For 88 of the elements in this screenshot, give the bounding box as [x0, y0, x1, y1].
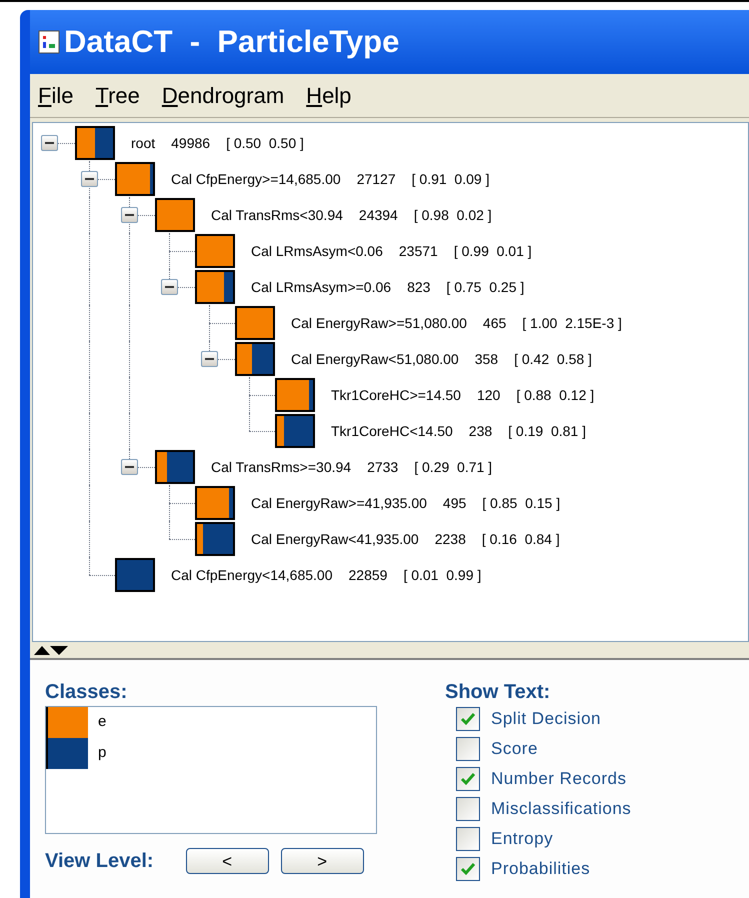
level-button[interactable]: < [186, 848, 269, 874]
node-split-label: Tkr1CoreHC<14.50 [331, 422, 453, 440]
check-icon [460, 862, 476, 876]
node-box[interactable] [275, 414, 315, 448]
node-box[interactable] [195, 522, 235, 556]
classes-list[interactable]: e p [45, 706, 377, 834]
node-record-count: 2238 [434, 530, 466, 548]
node-split-label: Cal TransRms>=30.94 [211, 458, 352, 476]
level-button[interactable]: > [280, 848, 364, 874]
node-probabilities: [ 0.85 0.15 ] [482, 494, 560, 513]
node-record-count: 24394 [358, 206, 398, 224]
node-split-label: Cal EnergyRaw>=41,935.00 [251, 494, 427, 513]
node-probabilities: [ 1.00 2.15E-3 ] [522, 314, 622, 333]
node-record-count: 238 [468, 422, 492, 440]
checkbox-label: Entropy [491, 828, 554, 850]
check-icon [460, 772, 476, 786]
node-box[interactable] [195, 486, 235, 520]
node-probabilities: [ 0.99 0.01 ] [454, 242, 532, 261]
node-record-count: 495 [442, 494, 466, 512]
checkbox-label: Number Records [491, 768, 626, 790]
class-label: e [98, 712, 106, 732]
node-record-count: 2733 [367, 458, 398, 476]
node-split-label: root [131, 134, 156, 152]
menu-item[interactable]: Tree [95, 79, 140, 112]
node-record-count: 358 [474, 350, 498, 368]
node-split-label: Cal EnergyRaw>=51,080.00 [291, 314, 467, 333]
node-box[interactable] [75, 126, 115, 160]
node-record-count: 49986 [171, 134, 210, 152]
node-probabilities: [ 0.91 0.09 ] [412, 170, 490, 189]
node-record-count: 22859 [348, 566, 388, 584]
node-probabilities: [ 0.88 0.12 ] [516, 386, 594, 405]
node-probabilities: [ 0.75 0.25 ] [446, 278, 524, 297]
node-probabilities: [ 0.19 0.81 ] [508, 422, 586, 441]
node-probabilities: [ 0.16 0.84 ] [482, 530, 560, 549]
collapse-button[interactable] [161, 279, 178, 295]
node-split-label: Tkr1CoreHC>=14.50 [331, 386, 461, 404]
node-probabilities: [ 0.98 0.02 ] [414, 206, 492, 225]
window-title: DataCT - ParticleType [64, 22, 400, 61]
node-box[interactable] [235, 306, 275, 340]
menu-item[interactable]: Dendrogram [162, 79, 284, 112]
node-box[interactable] [115, 558, 155, 592]
check-icon [460, 712, 476, 726]
menu-item[interactable]: Help [306, 79, 352, 112]
collapse-button[interactable] [121, 207, 138, 223]
checkbox[interactable] [456, 797, 480, 821]
checkbox[interactable] [456, 857, 480, 881]
node-probabilities: [ 0.29 0.71 ] [414, 458, 492, 477]
node-record-count: 120 [476, 386, 500, 404]
checkbox-label: Score [491, 738, 538, 760]
menu-item[interactable]: File [38, 79, 74, 112]
checkbox-label: Misclassifications [491, 798, 632, 820]
node-probabilities: [ 0.42 0.58 ] [514, 350, 592, 369]
checkbox[interactable] [456, 737, 480, 761]
node-box[interactable] [155, 450, 195, 484]
show-text-heading: Show Text: [445, 680, 552, 704]
node-probabilities: [ 0.01 0.99 ] [403, 566, 482, 585]
node-record-count: 465 [482, 314, 506, 332]
node-split-label: Cal LRmsAsym<0.06 [251, 242, 383, 261]
collapse-button[interactable] [81, 171, 98, 187]
node-record-count: 27127 [356, 170, 396, 188]
classes-heading: Classes: [45, 680, 128, 704]
checkbox[interactable] [456, 767, 480, 791]
node-split-label: Cal EnergyRaw<51,080.00 [291, 350, 459, 369]
node-split-label: Cal CfpEnergy<14,685.00 [171, 566, 332, 585]
checkbox-label: Split Decision [491, 708, 601, 730]
node-box[interactable] [195, 234, 235, 268]
view-level-label: View Level: [45, 849, 154, 874]
node-split-label: Cal TransRms<30.94 [211, 206, 343, 224]
node-box[interactable] [235, 342, 275, 376]
collapse-button[interactable] [121, 459, 138, 475]
checkbox[interactable] [456, 827, 480, 851]
node-box[interactable] [275, 378, 315, 412]
class-label: p [98, 743, 106, 764]
node-split-label: Cal EnergyRaw<41,935.00 [251, 530, 419, 549]
node-box[interactable] [195, 270, 235, 304]
node-split-label: Cal LRmsAsym>=0.06 [251, 278, 392, 297]
app-icon [38, 30, 60, 54]
splitter-arrows-icon[interactable] [34, 645, 70, 655]
node-split-label: Cal CfpEnergy>=14,685.00 [171, 170, 341, 189]
checkbox[interactable] [456, 707, 480, 731]
node-box[interactable] [115, 162, 155, 196]
node-record-count: 823 [407, 278, 430, 296]
checkbox-label: Probabilities [491, 858, 590, 880]
node-box[interactable] [155, 198, 195, 232]
node-probabilities: [ 0.50 0.50 ] [226, 134, 304, 153]
collapse-button[interactable] [41, 135, 58, 151]
node-record-count: 23571 [398, 242, 438, 260]
collapse-button[interactable] [201, 351, 218, 367]
